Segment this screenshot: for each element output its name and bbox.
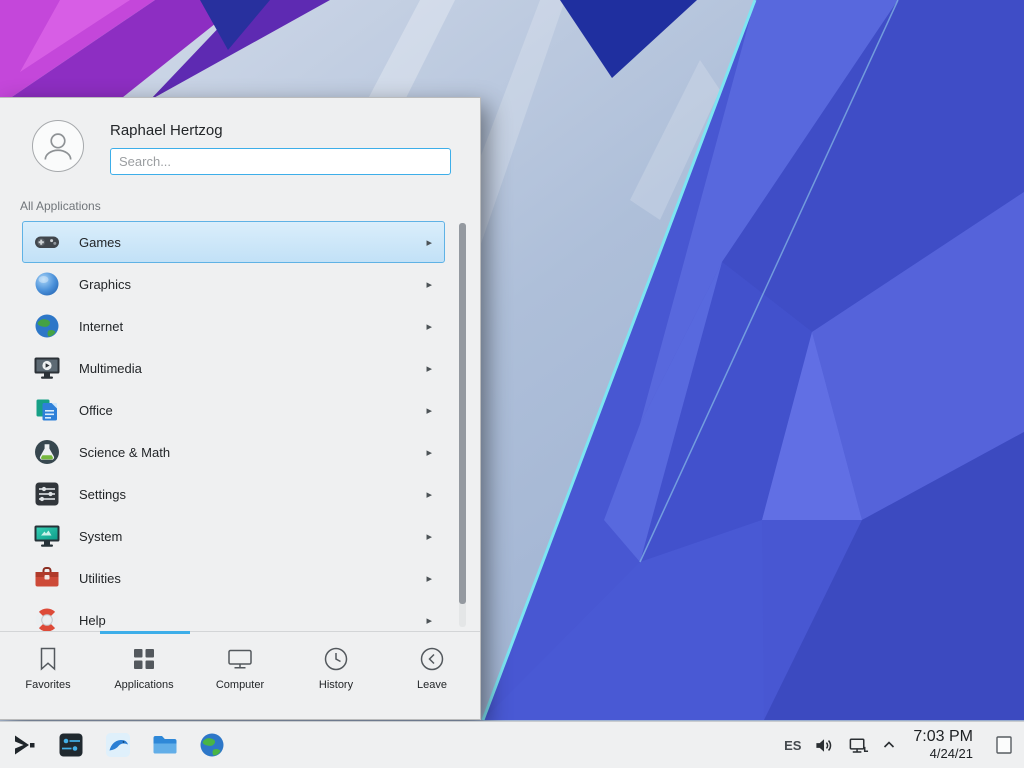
- chevron-right-icon: ▸: [426, 236, 434, 249]
- avatar[interactable]: [32, 120, 84, 172]
- chevron-right-icon: ▸: [426, 362, 434, 375]
- web-browser-icon[interactable]: [198, 731, 226, 759]
- tab-label: Computer: [216, 679, 264, 691]
- leave-icon: [418, 645, 446, 673]
- tab-label: Leave: [417, 679, 447, 691]
- category-label: Settings: [79, 487, 408, 502]
- active-tab-indicator: [100, 631, 190, 634]
- category-games[interactable]: Games ▸: [22, 221, 445, 263]
- computer-icon: [226, 645, 254, 673]
- launcher-tab-bar: Favorites Applications Computer: [0, 631, 480, 719]
- media-player-icon: [33, 354, 61, 382]
- category-label: Utilities: [79, 571, 408, 586]
- tab-label: Applications: [114, 679, 173, 691]
- section-label: All Applications: [0, 185, 480, 221]
- search-input[interactable]: [110, 148, 451, 175]
- volume-icon[interactable]: [814, 735, 835, 756]
- digital-clock[interactable]: 7:03 PM 4/24/21: [909, 728, 977, 761]
- category-label: Internet: [79, 319, 408, 334]
- expand-tray-caret-icon[interactable]: [882, 738, 896, 752]
- toolbox-icon: [33, 564, 61, 592]
- category-science-math[interactable]: Science & Math ▸: [22, 431, 445, 473]
- chevron-right-icon: ▸: [426, 530, 434, 543]
- history-clock-icon: [322, 645, 350, 673]
- desktop: Raphael Hertzog All Applications Games ▸: [0, 0, 1024, 768]
- scrollbar-thumb[interactable]: [459, 223, 466, 604]
- tab-applications[interactable]: Applications: [96, 632, 192, 719]
- chevron-right-icon: ▸: [426, 320, 434, 333]
- lifebuoy-icon: [33, 606, 61, 631]
- chevron-right-icon: ▸: [426, 446, 434, 459]
- system-monitor-icon: [33, 522, 61, 550]
- documents-icon: [33, 396, 61, 424]
- category-settings[interactable]: Settings ▸: [22, 473, 445, 515]
- category-label: Games: [79, 235, 408, 250]
- category-utilities[interactable]: Utilities ▸: [22, 557, 445, 599]
- tab-history[interactable]: History: [288, 632, 384, 719]
- network-icon[interactable]: [848, 735, 869, 756]
- globe-icon: [33, 312, 61, 340]
- keyboard-layout-indicator[interactable]: ES: [784, 738, 801, 753]
- category-help[interactable]: Help ▸: [22, 599, 445, 631]
- file-manager-icon[interactable]: [151, 731, 179, 759]
- category-label: Graphics: [79, 277, 408, 292]
- scrollbar-track[interactable]: [459, 223, 466, 627]
- chevron-right-icon: ▸: [426, 614, 434, 627]
- application-launcher-popup: Raphael Hertzog All Applications Games ▸: [0, 97, 481, 720]
- show-desktop-button[interactable]: [990, 725, 1018, 765]
- category-office[interactable]: Office ▸: [22, 389, 445, 431]
- dolphin-icon[interactable]: [104, 731, 132, 759]
- category-label: System: [79, 529, 408, 544]
- applications-grid-icon: [130, 645, 158, 673]
- image-orb-icon: [33, 270, 61, 298]
- chevron-right-icon: ▸: [426, 404, 434, 417]
- sliders-icon: [33, 480, 61, 508]
- bookmark-icon: [34, 645, 62, 673]
- tab-label: History: [319, 679, 353, 691]
- category-multimedia[interactable]: Multimedia ▸: [22, 347, 445, 389]
- category-label: Help: [79, 613, 408, 628]
- category-system[interactable]: System ▸: [22, 515, 445, 557]
- category-label: Multimedia: [79, 361, 408, 376]
- category-graphics[interactable]: Graphics ▸: [22, 263, 445, 305]
- tweaks-icon[interactable]: [57, 731, 85, 759]
- tab-favorites[interactable]: Favorites: [0, 632, 96, 719]
- category-label: Office: [79, 403, 408, 418]
- taskbar: ES 7:03 PM 4/24/21: [0, 721, 1024, 768]
- system-tray: ES 7:03 PM 4/24/21: [784, 725, 1018, 765]
- chevron-right-icon: ▸: [426, 572, 434, 585]
- category-label: Science & Math: [79, 445, 408, 460]
- clock-time: 7:03 PM: [913, 728, 973, 746]
- category-internet[interactable]: Internet ▸: [22, 305, 445, 347]
- app-launcher-icon[interactable]: [10, 731, 38, 759]
- gamepad-icon: [33, 228, 61, 256]
- tab-label: Favorites: [25, 679, 70, 691]
- flask-icon: [33, 438, 61, 466]
- user-name: Raphael Hertzog: [110, 122, 451, 139]
- clock-date: 4/24/21: [930, 747, 973, 762]
- tab-computer[interactable]: Computer: [192, 632, 288, 719]
- chevron-right-icon: ▸: [426, 278, 434, 291]
- category-list: Games ▸ Graphics ▸: [0, 221, 480, 631]
- user-icon: [36, 124, 80, 168]
- tab-leave[interactable]: Leave: [384, 632, 480, 719]
- launcher-header: Raphael Hertzog: [0, 98, 480, 185]
- chevron-right-icon: ▸: [426, 488, 434, 501]
